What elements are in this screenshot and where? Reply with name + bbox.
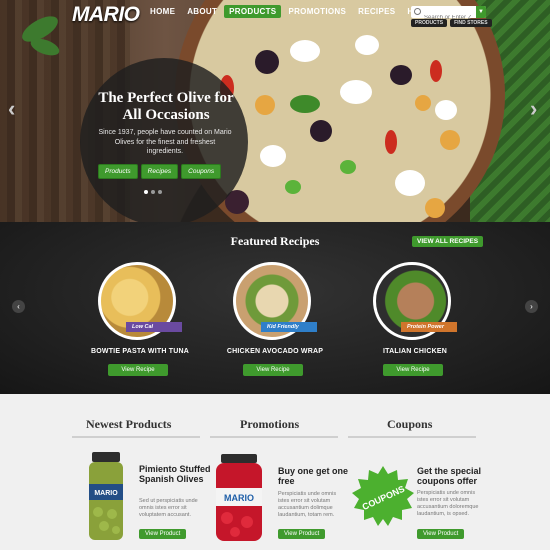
mario-logo[interactable]: MARIO: [72, 3, 140, 27]
recipes-prev-arrow-icon[interactable]: ‹: [12, 300, 25, 313]
hero-dot[interactable]: [151, 190, 155, 194]
search-box: [411, 6, 486, 24]
search-dropdown-button[interactable]: ▼: [476, 6, 486, 18]
hero-pagination: [144, 190, 162, 194]
promotion-title[interactable]: Buy one get one free: [278, 466, 348, 486]
newest-product-text: Sed ut perspiciatis unde omnis istes err…: [139, 498, 198, 518]
quick-link-find-stores[interactable]: FIND STORES: [450, 19, 492, 27]
lower-section: Newest Products Promotions Coupons MARIO…: [0, 394, 550, 550]
quick-link-products[interactable]: PRODUCTS: [411, 19, 448, 27]
hero-title: The Perfect Olive for All Occasions: [98, 90, 234, 123]
newest-view-product-button[interactable]: View Product: [139, 529, 187, 539]
search-icon: [414, 8, 421, 15]
svg-text:MARIO: MARIO: [94, 490, 118, 497]
nav-recipes[interactable]: RECIPES: [353, 5, 400, 18]
hero-buttons: Products Recipes Coupons: [98, 164, 222, 179]
coupons-title[interactable]: Get the special coupons offer: [417, 466, 502, 486]
coupons-heading: Coupons: [387, 417, 433, 431]
recipe-tag: Low Cal: [126, 322, 182, 332]
recipe-name[interactable]: ITALIAN CHICKEN: [345, 348, 485, 355]
nav-about[interactable]: ABOUT: [182, 5, 222, 18]
promotions-heading: Promotions: [240, 417, 300, 431]
recipes-next-arrow-icon[interactable]: ›: [525, 300, 538, 313]
hero-coupons-button[interactable]: Coupons: [181, 164, 222, 179]
hero-next-arrow-icon[interactable]: ›: [530, 96, 537, 122]
coupon-seal-icon[interactable]: COUPONS: [352, 466, 414, 528]
view-recipe-button[interactable]: View Recipe: [383, 364, 443, 376]
view-recipe-button[interactable]: View Recipe: [243, 364, 303, 376]
promotion-text: Perspiciatis unde omnis istes error sit …: [278, 491, 337, 518]
newest-products-heading: Newest Products: [86, 417, 172, 431]
quick-links: PRODUCTS FIND STORES: [411, 19, 492, 27]
olive-jar-image[interactable]: MARIO: [86, 452, 126, 542]
nav-home[interactable]: HOME: [145, 5, 180, 18]
hero-dot[interactable]: [144, 190, 148, 194]
view-recipe-button[interactable]: View Recipe: [108, 364, 168, 376]
hero-dot[interactable]: [158, 190, 162, 194]
hero-prev-arrow-icon[interactable]: ‹: [8, 96, 15, 122]
recipe-name[interactable]: CHICKEN AVOCADO WRAP: [205, 348, 345, 355]
hero-banner: MARIO HOME ABOUT PRODUCTS PROMOTIONS REC…: [0, 0, 550, 222]
view-all-recipes-button[interactable]: VIEW ALL RECIPES: [412, 236, 484, 247]
cherry-jar-image[interactable]: MARIO: [213, 454, 265, 542]
divider: [210, 436, 338, 438]
svg-text:MARIO: MARIO: [224, 493, 254, 503]
chevron-down-icon: ▼: [478, 9, 484, 15]
coupons-view-product-button[interactable]: View Product: [417, 529, 465, 539]
promotion-view-product-button[interactable]: View Product: [278, 529, 326, 539]
hero-recipes-button[interactable]: Recipes: [140, 164, 179, 179]
hero-products-button[interactable]: Products: [98, 164, 138, 179]
featured-recipes-section: Featured Recipes VIEW ALL RECIPES ‹ › Lo…: [0, 222, 550, 394]
divider: [348, 436, 476, 438]
nav-products[interactable]: PRODUCTS: [224, 5, 282, 18]
divider: [72, 436, 200, 438]
recipe-tag: Kid Friendly: [261, 322, 317, 332]
recipe-name[interactable]: BOWTIE PASTA WITH TUNA: [70, 348, 210, 355]
newest-product-title[interactable]: Pimiento Stuffed Spanish Olives: [139, 464, 214, 484]
main-nav: HOME ABOUT PRODUCTS PROMOTIONS RECIPES H…: [145, 5, 446, 18]
nav-promotions[interactable]: PROMOTIONS: [283, 5, 351, 18]
coupons-text: Perspiciatis unde omnis istes error sit …: [417, 490, 479, 517]
hero-text: Since 1937, people have counted on Mario…: [98, 129, 232, 155]
recipe-tag: Protein Power: [401, 322, 457, 332]
